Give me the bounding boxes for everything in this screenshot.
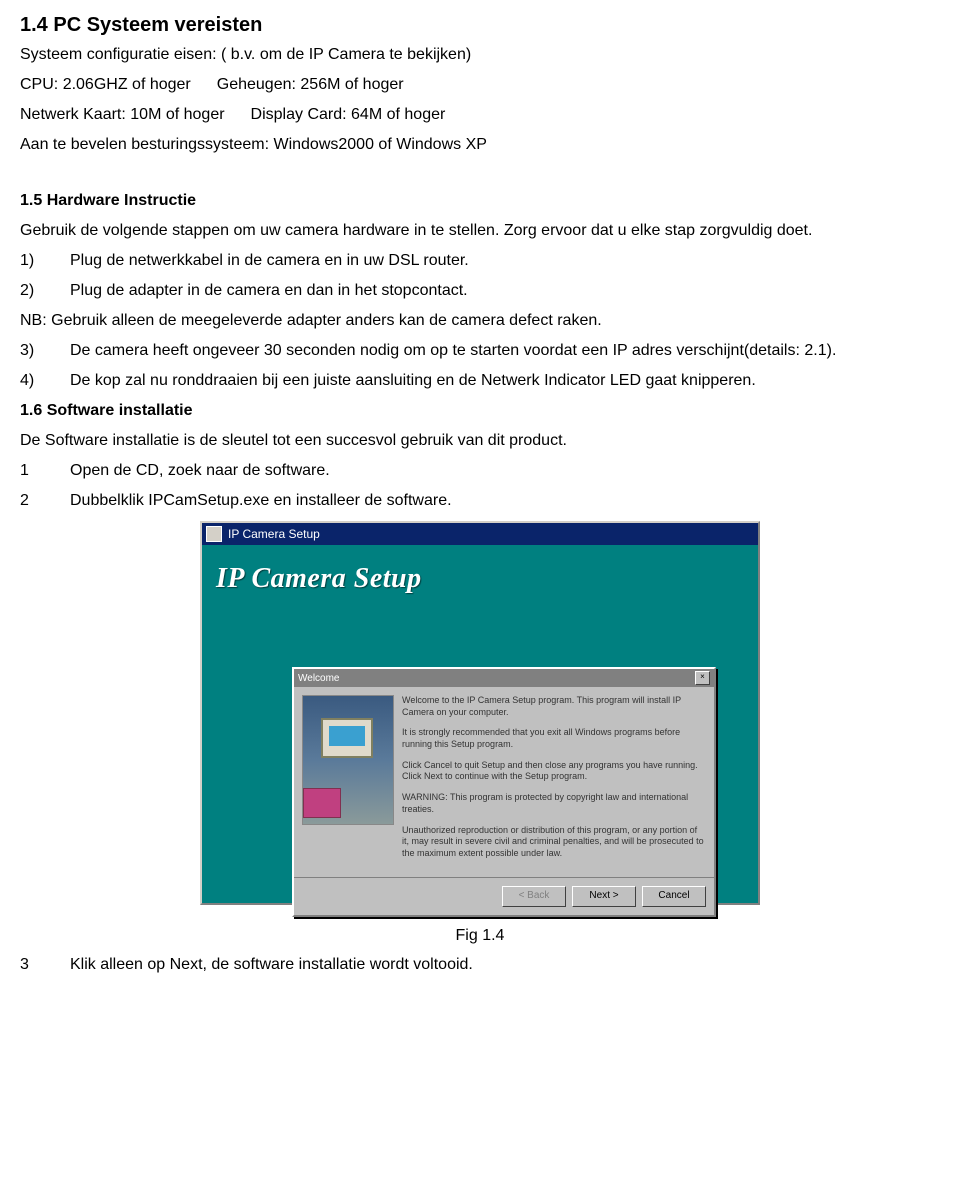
floppy-icon xyxy=(303,788,341,818)
disp-label: Display Card: xyxy=(251,106,347,123)
next-button[interactable]: Next > xyxy=(572,886,636,907)
dialog-para: Click Cancel to quit Setup and then clos… xyxy=(402,760,706,783)
installer-window: IP Camera Setup IP Camera Setup Welcome … xyxy=(200,521,940,905)
list-item: 4) De kop zal nu ronddraaien bij een jui… xyxy=(20,369,940,393)
item-number: 2) xyxy=(20,279,42,303)
app-icon xyxy=(206,526,222,542)
s14-os: Aan te bevelen besturingssysteem: Window… xyxy=(20,133,940,157)
list-item: 2 Dubbelklik IPCamSetup.exe en installee… xyxy=(20,489,940,513)
list-item: 3 Klik alleen op Next, de software insta… xyxy=(20,953,940,977)
item-text: Dubbelklik IPCamSetup.exe en installeer … xyxy=(70,489,452,513)
dialog-para: It is strongly recommended that you exit… xyxy=(402,727,706,750)
net-value: 10M of hoger xyxy=(130,106,224,123)
s16-intro: De Software installatie is de sleutel to… xyxy=(20,429,940,453)
titlebar-text: IP Camera Setup xyxy=(228,527,320,541)
list-item: 1 Open de CD, zoek naar de software. xyxy=(20,459,940,483)
section-1-5-heading: 1.5 Hardware Instructie xyxy=(20,189,940,213)
section-1-4-heading: 1.4 PC Systeem vereisten xyxy=(20,14,940,37)
dialog-title: Welcome xyxy=(298,673,340,684)
item-text: De kop zal nu ronddraaien bij een juiste… xyxy=(70,369,756,393)
list-item: 1) Plug de netwerkkabel in de camera en … xyxy=(20,249,940,273)
s14-row-1: CPU: 2.06GHZ of hoger Geheugen: 256M of … xyxy=(20,73,940,97)
dialog-para: Unauthorized reproduction or distributio… xyxy=(402,825,706,860)
item-number: 3 xyxy=(20,953,42,977)
s15-intro: Gebruik de volgende stappen om uw camera… xyxy=(20,219,940,243)
mem-value: 256M of hoger xyxy=(300,76,403,93)
close-icon[interactable]: × xyxy=(695,671,710,685)
net-label: Netwerk Kaart: xyxy=(20,106,126,123)
cancel-button[interactable]: Cancel xyxy=(642,886,706,907)
item-text: De camera heeft ongeveer 30 seconden nod… xyxy=(70,339,836,363)
section-1-6-heading: 1.6 Software installatie xyxy=(20,399,940,423)
item-number: 3) xyxy=(20,339,42,363)
list-item: 3) De camera heeft ongeveer 30 seconden … xyxy=(20,339,940,363)
item-text: Plug de adapter in de camera en dan in h… xyxy=(70,279,468,303)
mem-label: Geheugen: xyxy=(217,76,296,93)
list-item: 2) Plug de adapter in de camera en dan i… xyxy=(20,279,940,303)
item-number: 2 xyxy=(20,489,42,513)
s14-row-2: Netwerk Kaart: 10M of hoger Display Card… xyxy=(20,103,940,127)
cpu-value: 2.06GHZ of hoger xyxy=(63,76,191,93)
item-text: Open de CD, zoek naar de software. xyxy=(70,459,330,483)
item-number: 1 xyxy=(20,459,42,483)
welcome-dialog: Welcome × Welcome to the IP Camera Setup… xyxy=(292,667,716,917)
figure-caption: Fig 1.4 xyxy=(20,927,940,945)
item-text: Klik alleen op Next, de software install… xyxy=(70,953,473,977)
dialog-para: WARNING: This program is protected by co… xyxy=(402,792,706,815)
item-number: 4) xyxy=(20,369,42,393)
dialog-para: Welcome to the IP Camera Setup program. … xyxy=(402,695,706,718)
back-button[interactable]: < Back xyxy=(502,886,566,907)
setup-heading: IP Camera Setup xyxy=(202,545,758,603)
monitor-icon xyxy=(321,718,373,758)
s15-nb: NB: Gebruik alleen de meegeleverde adapt… xyxy=(20,309,940,333)
wizard-image xyxy=(302,695,394,825)
item-text: Plug de netwerkkabel in de camera en in … xyxy=(70,249,469,273)
item-number: 1) xyxy=(20,249,42,273)
titlebar: IP Camera Setup xyxy=(202,523,758,545)
cpu-label: CPU: xyxy=(20,76,58,93)
s14-intro: Systeem configuratie eisen: ( b.v. om de… xyxy=(20,43,940,67)
disp-value: 64M of hoger xyxy=(351,106,445,123)
